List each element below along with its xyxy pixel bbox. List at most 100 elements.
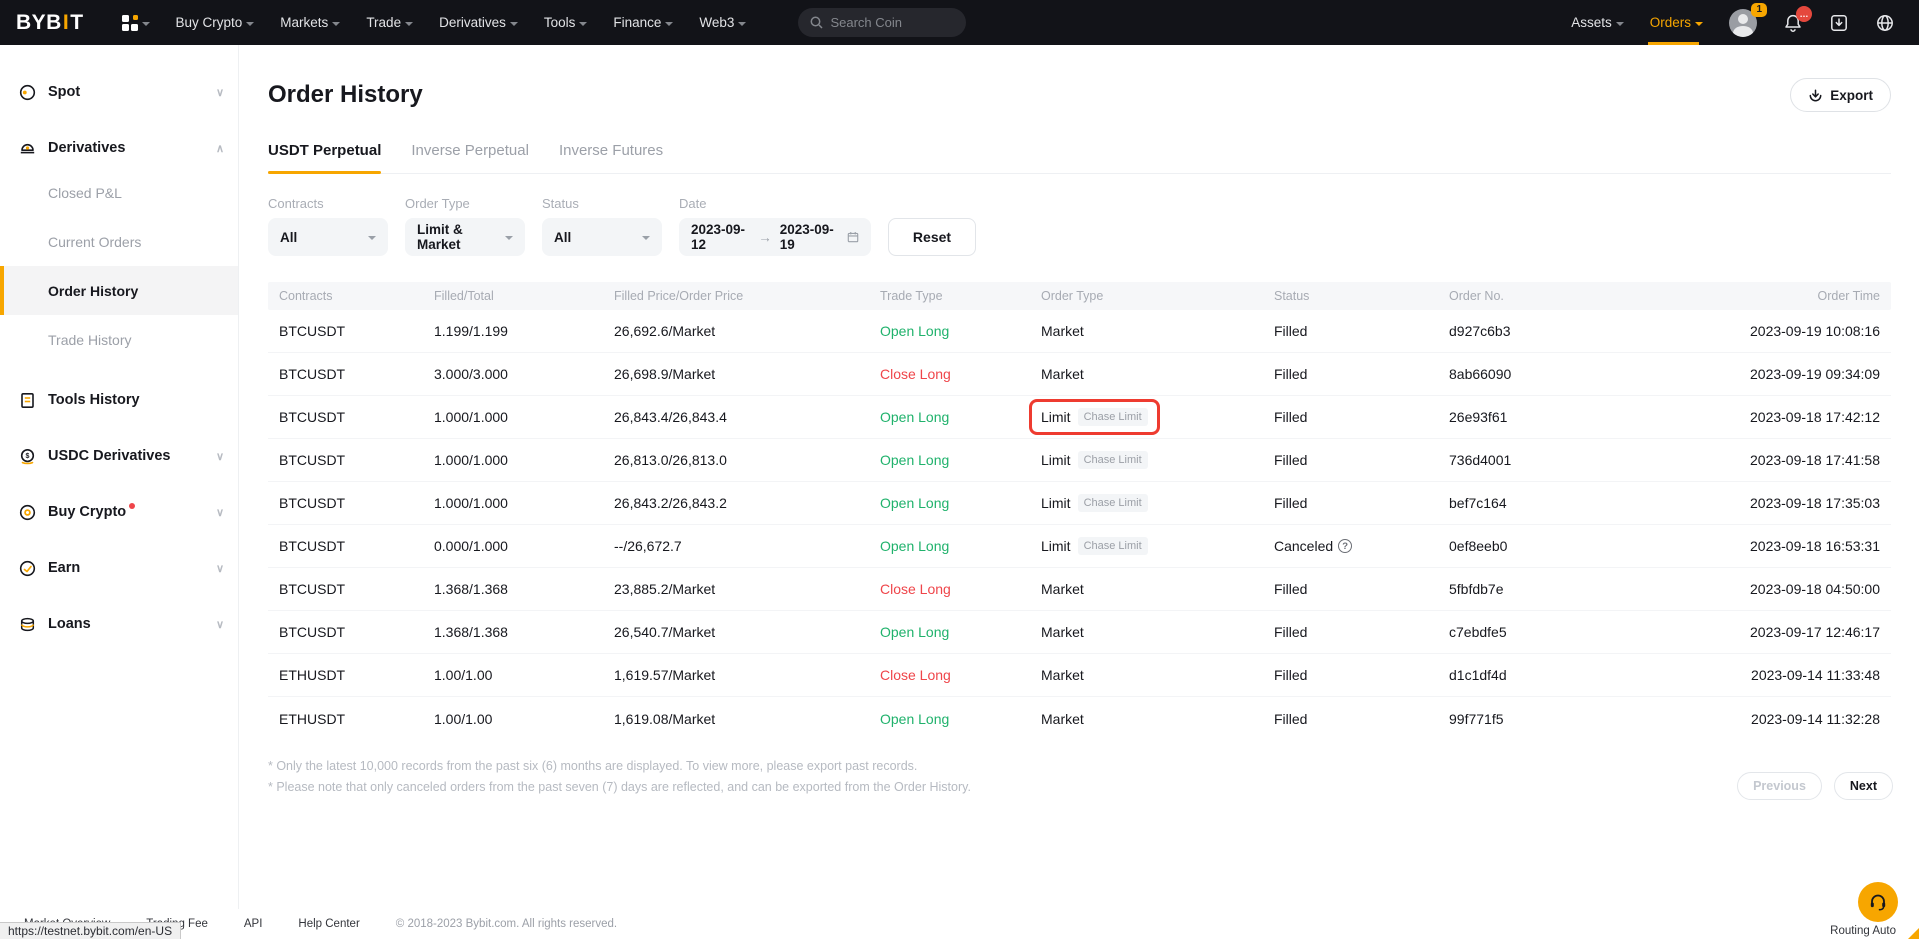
col-header-filled-total: Filled/Total [434, 289, 614, 303]
copyright-text: © 2018-2023 Bybit.com. All rights reserv… [396, 918, 617, 930]
nav-finance[interactable]: Finance [613, 15, 673, 30]
nav-web3[interactable]: Web3 [699, 15, 746, 30]
cell-contracts: BTCUSDT [279, 624, 434, 640]
date-from[interactable]: 2023-09-12 [691, 222, 750, 252]
tab-inverse-futures[interactable]: Inverse Futures [559, 142, 663, 173]
cell-order-time: 2023-09-19 09:34:09 [1690, 366, 1880, 382]
status-select[interactable]: All [542, 218, 662, 256]
logo-accent: I [63, 11, 69, 35]
coin-search[interactable] [798, 8, 966, 37]
export-button[interactable]: Export [1790, 78, 1891, 112]
earn-icon [17, 558, 37, 578]
bybit-logo[interactable]: BYBIT [16, 11, 84, 35]
language-globe-icon[interactable] [1875, 13, 1895, 33]
support-chat-button[interactable] [1858, 882, 1898, 922]
chase-limit-tag: Chase Limit [1078, 451, 1148, 469]
cell-order-no: 99f771f5 [1449, 711, 1690, 727]
logo-text-2: T [70, 11, 83, 35]
cell-contracts: BTCUSDT [279, 366, 434, 382]
new-indicator-dot [129, 503, 135, 509]
chevron-down-icon[interactable]: ∨ [216, 450, 224, 463]
sidebar-item-order-history[interactable]: Order History [0, 266, 238, 315]
date-range-picker[interactable]: 2023-09-12 → 2023-09-19 [679, 218, 871, 256]
chevron-down-icon[interactable]: ∨ [216, 506, 224, 519]
pagination: Previous Next [1737, 772, 1893, 800]
cell-order-no: 5fbfdb7e [1449, 581, 1690, 597]
top-navbar: BYBIT Buy Crypto Markets Trade Derivativ… [0, 0, 1919, 45]
derivatives-icon [17, 138, 37, 158]
contracts-select[interactable]: All [268, 218, 388, 256]
cell-order-type: Market [1041, 581, 1274, 597]
cell-trade-type: Open Long [880, 452, 1041, 468]
date-to[interactable]: 2023-09-19 [780, 222, 839, 252]
table-row: BTCUSDT 3.000/3.000 26,698.9/Market Clos… [268, 353, 1891, 396]
cell-contracts: BTCUSDT [279, 495, 434, 511]
cell-trade-type: Open Long [880, 495, 1041, 511]
chevron-down-icon[interactable]: ∨ [216, 86, 224, 99]
cell-filled-total: 1.000/1.000 [434, 409, 614, 425]
chevron-down-icon [665, 22, 673, 26]
sidebar-item-buy-crypto[interactable]: Buy Crypto ∨ [0, 492, 238, 532]
sidebar-item-closed-pnl[interactable]: Closed P&L [0, 168, 238, 217]
cell-status: Filled? [1274, 495, 1449, 511]
nav-buy-crypto[interactable]: Buy Crypto [176, 15, 255, 30]
export-download-icon [1808, 88, 1823, 103]
status-filter-label: Status [542, 196, 662, 211]
account-avatar[interactable]: 1 [1729, 9, 1757, 37]
chevron-up-icon[interactable]: ∧ [216, 142, 224, 155]
cell-contracts: BTCUSDT [279, 409, 434, 425]
previous-page-button[interactable]: Previous [1737, 772, 1822, 800]
cell-filled-total: 1.368/1.368 [434, 581, 614, 597]
cell-status: Filled? [1274, 452, 1449, 468]
nav-trade[interactable]: Trade [366, 15, 413, 30]
sidebar-item-loans[interactable]: Loans ∨ [0, 604, 238, 644]
sidebar-item-spot[interactable]: Spot ∨ [0, 72, 238, 112]
info-icon[interactable]: ? [1338, 539, 1352, 553]
chevron-down-icon[interactable]: ∨ [216, 618, 224, 631]
tab-usdt-perpetual[interactable]: USDT Perpetual [268, 142, 381, 173]
download-app-icon[interactable] [1829, 13, 1849, 33]
chevron-down-icon [1616, 22, 1624, 26]
footer-link-help-center[interactable]: Help Center [298, 918, 359, 930]
sidebar-item-current-orders[interactable]: Current Orders [0, 217, 238, 266]
apps-menu-button[interactable] [110, 15, 150, 31]
table-row: BTCUSDT 1.368/1.368 23,885.2/Market Clos… [268, 568, 1891, 611]
browser-status-url: https://testnet.bybit.com/en-US [0, 922, 181, 939]
next-page-button[interactable]: Next [1834, 772, 1893, 800]
filter-bar: Contracts All Order Type Limit & Market … [268, 196, 1891, 256]
table-row: BTCUSDT 1.199/1.199 26,692.6/Market Open… [268, 310, 1891, 353]
cell-trade-type: Open Long [880, 538, 1041, 554]
chevron-down-icon[interactable]: ∨ [216, 562, 224, 575]
chevron-down-icon [505, 236, 513, 240]
sidebar-item-trade-history[interactable]: Trade History [0, 315, 238, 364]
col-header-order-type: Order Type [1041, 289, 1274, 303]
nav-tools[interactable]: Tools [544, 15, 588, 30]
search-input[interactable] [830, 15, 940, 30]
order-type-select[interactable]: Limit & Market [405, 218, 525, 256]
cell-order-time: 2023-09-14 11:32:28 [1690, 711, 1880, 727]
search-icon [810, 16, 823, 29]
nav-assets[interactable]: Assets [1571, 15, 1624, 30]
notifications-button[interactable]: … [1783, 13, 1803, 33]
cell-order-type: LimitChase Limit [1041, 451, 1274, 469]
cell-filled-total: 1.368/1.368 [434, 624, 614, 640]
footer-link-api[interactable]: API [244, 918, 263, 930]
nav-derivatives[interactable]: Derivatives [439, 15, 518, 30]
sidebar-item-tools-history[interactable]: Tools History [0, 380, 238, 420]
table-row: BTCUSDT 0.000/1.000 --/26,672.7 Open Lon… [268, 525, 1891, 568]
tab-inverse-perpetual[interactable]: Inverse Perpetual [411, 142, 529, 173]
headset-icon [1867, 891, 1889, 913]
sidebar-item-usdc-derivatives[interactable]: $ USDC Derivatives ∨ [0, 436, 238, 476]
calendar-icon [847, 230, 859, 244]
cell-order-no: bef7c164 [1449, 495, 1690, 511]
col-header-status: Status [1274, 289, 1449, 303]
sidebar-item-earn[interactable]: Earn ∨ [0, 548, 238, 588]
nav-orders[interactable]: Orders [1650, 0, 1703, 45]
col-header-trade-type: Trade Type [880, 289, 1041, 303]
nav-markets[interactable]: Markets [280, 15, 340, 30]
footer-bar: Market Overview Trading Fee API Help Cen… [0, 909, 1919, 939]
sidebar-item-derivatives[interactable]: Derivatives ∧ [0, 128, 238, 168]
reset-button[interactable]: Reset [888, 218, 976, 256]
footnote-1: * Only the latest 10,000 records from th… [268, 756, 1891, 777]
tab-bar: USDT Perpetual Inverse Perpetual Inverse… [268, 142, 1891, 174]
